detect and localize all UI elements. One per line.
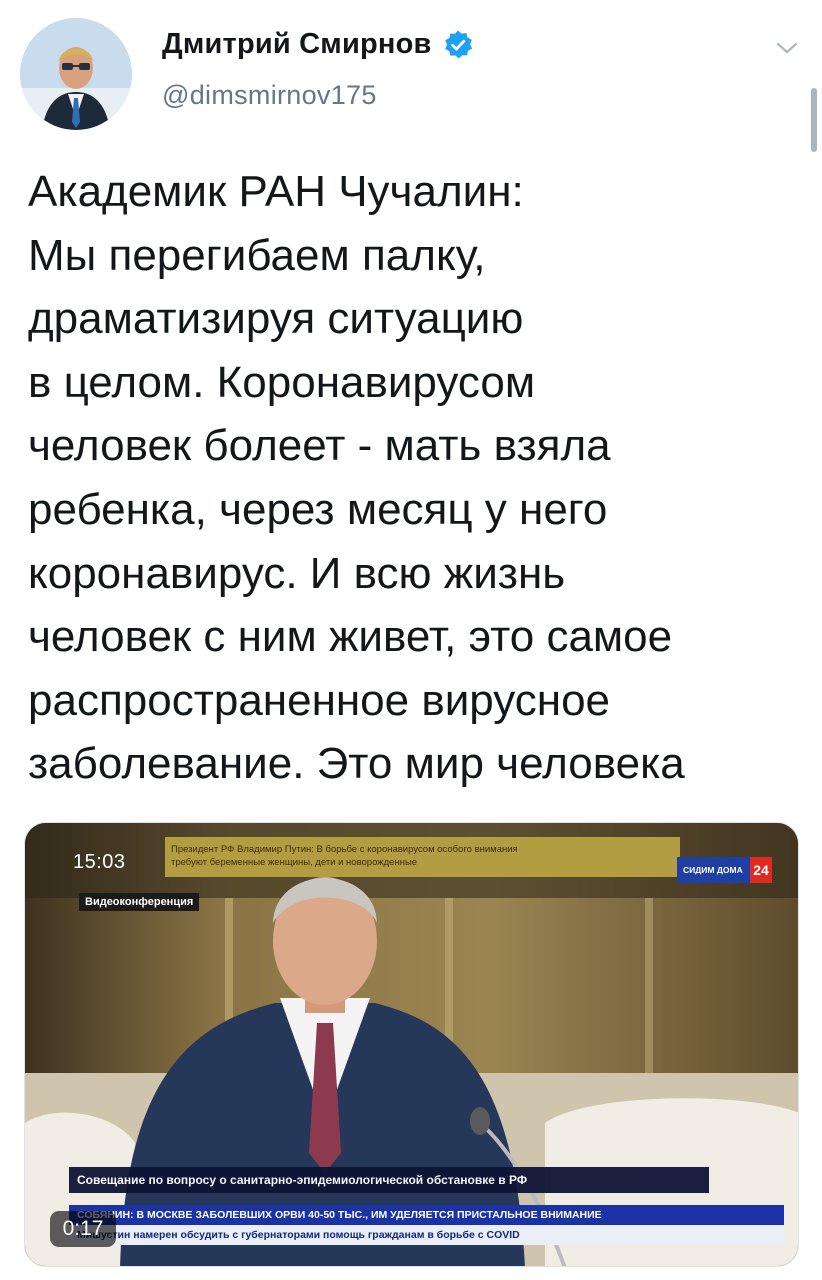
broadcast-clock: 15:03: [73, 851, 126, 873]
channel-label: СИДИМ ДОМА: [683, 865, 743, 875]
tweet-text-line: Академик РАН Чучалин:: [28, 167, 524, 216]
scrollbar-thumb[interactable]: [811, 88, 817, 152]
tweet-text-line: распространенное вирусное: [28, 675, 611, 725]
tweet-text: Академик РАН Чучалин: Мы перегибаем палк…: [28, 160, 808, 796]
author-handle[interactable]: @dimsmirnov175: [162, 80, 377, 111]
caption-bar: Совещание по вопросу о санитарно-эпидеми…: [69, 1167, 709, 1193]
tweet-text-line: в целом. Коронавирусом: [28, 357, 536, 407]
tweet-text-line: человек с ним живет, это самое: [28, 612, 673, 662]
top-ticker: Президент РФ Владимир Путин: В борьбе с …: [165, 837, 680, 877]
tweet-text-line: человек болеет - мать взяла: [28, 421, 611, 471]
news-ticker-line-2: Мишустин намерен обсудить с губернаторам…: [69, 1225, 784, 1245]
tweet-text-line: ребенка, через месяц у него: [28, 484, 608, 534]
verified-badge-icon: [442, 29, 474, 61]
tweet-text-line: Мы перегибаем палку,: [28, 230, 486, 280]
chevron-down-icon[interactable]: [772, 38, 802, 58]
video-player[interactable]: 15:03 Президент РФ Владимир Путин: В бор…: [24, 822, 799, 1267]
tweet-text-line: коронавирус. И всю жизнь: [28, 548, 566, 598]
videoconference-tag: Видеоконференция: [79, 893, 200, 911]
tweet: Дмитрий Смирнов @dimsmirnov175 Академик …: [0, 0, 822, 1280]
tweet-text-line: драматизируя ситуацию: [28, 294, 524, 344]
video-duration-badge: 0:17: [50, 1211, 116, 1247]
channel-number: 24: [750, 857, 772, 883]
news-ticker-line-1: СОБЯНИН: В МОСКВЕ ЗАБОЛЕВШИХ ОРВИ 40-50 …: [69, 1205, 784, 1225]
channel-logo: СИДИМ ДОМА 24: [677, 857, 772, 883]
video-frame: [25, 823, 798, 1266]
profile-photo-icon: [20, 18, 132, 130]
top-ticker-line: требуют беременные женщины, дети и новор…: [171, 857, 418, 868]
author-avatar[interactable]: [20, 18, 132, 130]
author-name-row: Дмитрий Смирнов: [162, 28, 474, 61]
author-display-name[interactable]: Дмитрий Смирнов: [162, 28, 432, 61]
tweet-text-line: заболевание. Это мир человека: [28, 739, 685, 789]
top-ticker-line: Президент РФ Владимир Путин: В борьбе с …: [171, 844, 518, 855]
